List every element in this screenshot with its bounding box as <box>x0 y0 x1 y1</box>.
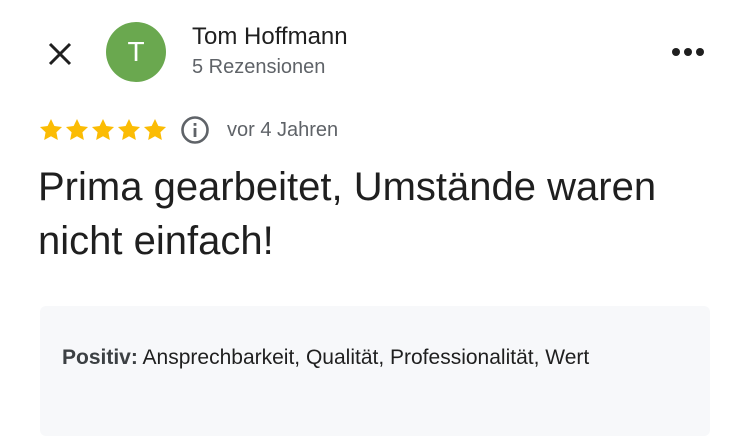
more-vert-icon <box>672 48 704 56</box>
star-icon <box>65 118 89 140</box>
review-attributes-box: Positiv: Ansprechbarkeit, Qualität, Prof… <box>40 306 710 436</box>
attributes-label: Positiv: <box>62 346 138 369</box>
avatar-letter: T <box>127 36 145 67</box>
attributes-values: Ansprechbarkeit, Qualität, Professionali… <box>142 346 590 369</box>
review-header: T Tom Hoffmann 5 Rezensionen <box>0 0 750 110</box>
star-icon <box>117 118 141 140</box>
review-time: vor 4 Jahren <box>227 118 339 141</box>
review-attributes: Positiv: Ansprechbarkeit, Qualität, Prof… <box>62 342 682 373</box>
info-icon <box>181 116 209 144</box>
avatar[interactable]: T <box>106 22 166 82</box>
close-button[interactable] <box>40 34 80 74</box>
review-count[interactable]: 5 Rezensionen <box>192 56 325 79</box>
close-icon <box>48 42 72 66</box>
star-rating <box>38 117 168 143</box>
star-icon <box>39 118 63 140</box>
more-options-button[interactable] <box>664 30 712 74</box>
star-icon <box>91 118 115 140</box>
rating-row: vor 4 Jahren <box>38 114 338 146</box>
info-button[interactable] <box>180 115 210 145</box>
star-icon <box>143 118 167 140</box>
review-title: Prima gearbeitet, Umstände waren nicht e… <box>38 165 657 263</box>
author-name[interactable]: Tom Hoffmann <box>192 23 348 51</box>
